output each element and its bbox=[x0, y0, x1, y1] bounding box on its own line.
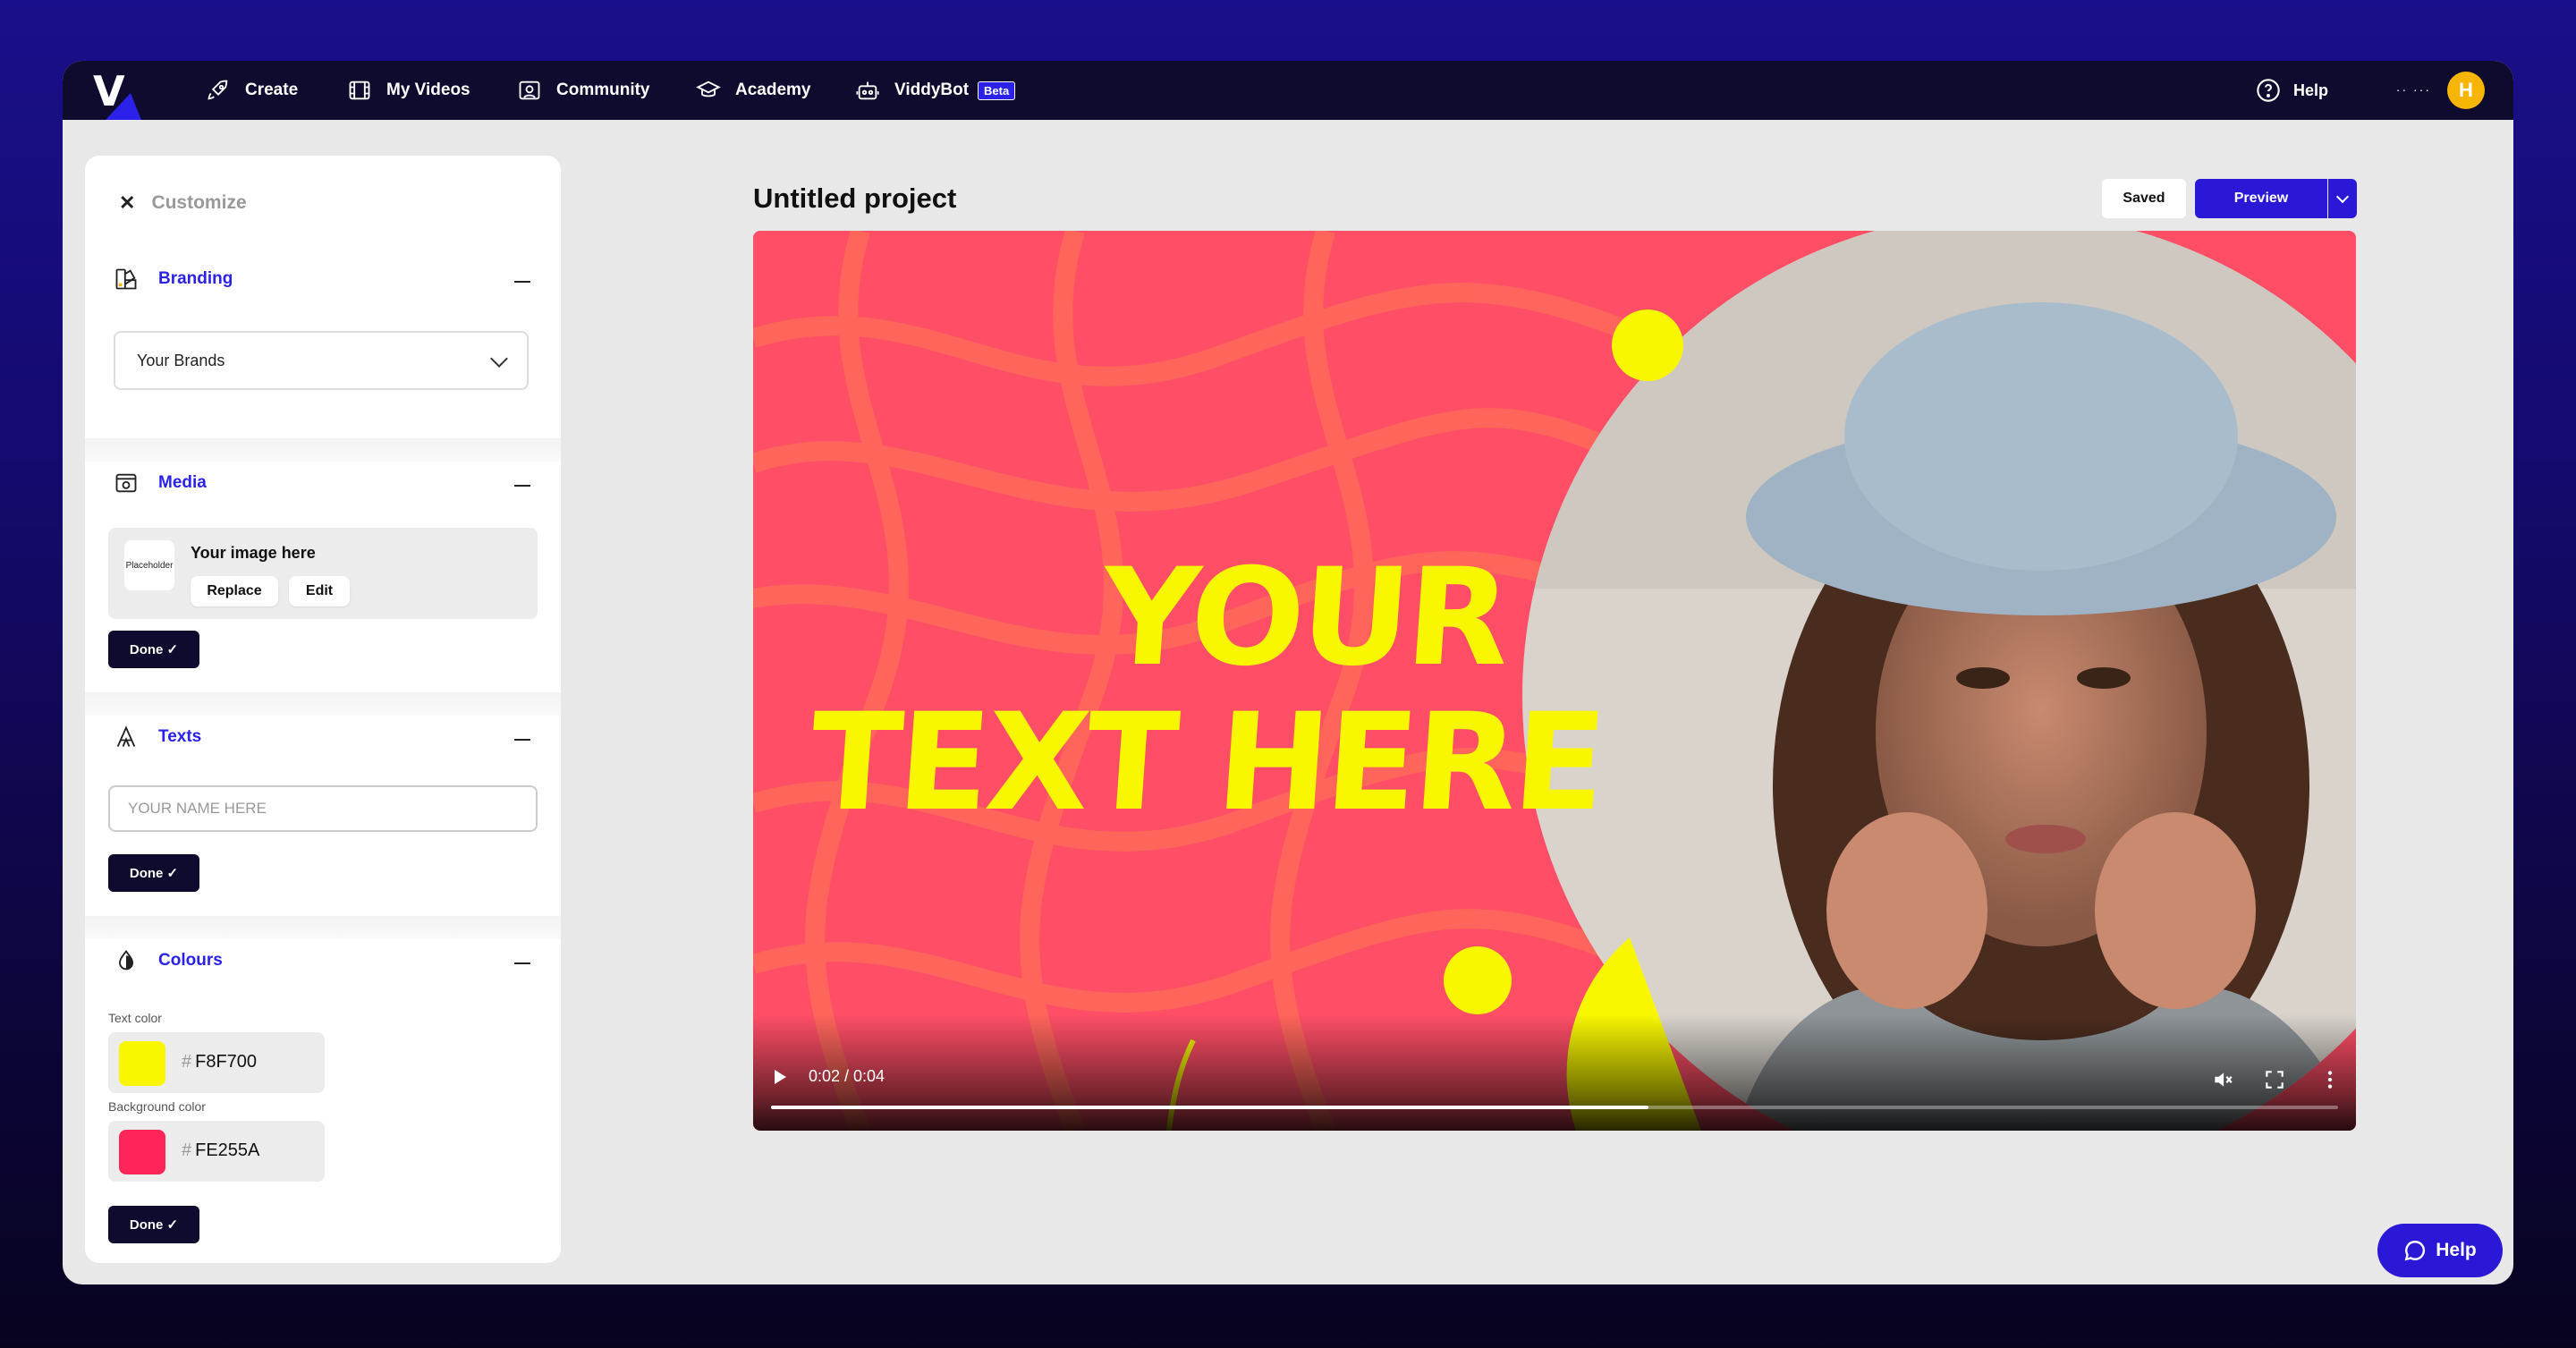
nav-item-academy[interactable]: Academy bbox=[696, 61, 811, 120]
texts-title: Texts bbox=[158, 727, 202, 746]
video-text-line-2: TEXT HERE bbox=[804, 685, 1608, 841]
robot-icon bbox=[856, 81, 879, 100]
colours-section-header[interactable]: Colours bbox=[114, 948, 223, 973]
text-color-swatch[interactable] bbox=[119, 1041, 165, 1086]
project-title[interactable]: Untitled project bbox=[753, 182, 956, 215]
nav-item-my-videos[interactable]: My Videos bbox=[347, 61, 470, 120]
palette-icon bbox=[115, 268, 137, 290]
saved-button[interactable]: Saved bbox=[2102, 179, 2186, 218]
media-item-card: Placeholder Your image here Replace Edit bbox=[108, 528, 538, 619]
mute-icon[interactable] bbox=[2211, 1068, 2234, 1091]
nav-label-community: Community bbox=[556, 81, 650, 99]
account-menu-dots[interactable]: ·· ··· bbox=[2396, 82, 2431, 97]
nav-help-label: Help bbox=[2293, 81, 2329, 99]
edit-button[interactable]: Edit bbox=[289, 576, 350, 606]
media-thumbnail: Placeholder bbox=[124, 540, 174, 590]
video-text-line-1: YOUR bbox=[1096, 540, 1513, 696]
texts-section-header[interactable]: Texts bbox=[114, 725, 201, 750]
bg-color-hex[interactable]: # FE255A bbox=[182, 1140, 259, 1161]
viddyoze-logo[interactable]: V bbox=[88, 66, 141, 120]
branding-title: Branding bbox=[158, 269, 233, 288]
text-color-label: Text color bbox=[108, 1011, 162, 1025]
colours-title: Colours bbox=[158, 951, 223, 970]
media-done-button[interactable]: Done ✓ bbox=[108, 631, 199, 668]
community-icon bbox=[519, 81, 540, 100]
drop-icon bbox=[119, 949, 133, 971]
text-color-hex[interactable]: # F8F700 bbox=[182, 1052, 257, 1072]
branding-section-header[interactable]: Branding bbox=[114, 267, 233, 292]
beta-badge: Beta bbox=[978, 81, 1016, 100]
nav-label-academy: Academy bbox=[735, 81, 811, 99]
question-circle-icon bbox=[2257, 79, 2280, 102]
nav-label-my-videos: My Videos bbox=[386, 81, 470, 99]
video-time: 0:02 / 0:04 bbox=[809, 1067, 886, 1085]
close-icon[interactable]: ✕ bbox=[119, 191, 135, 215]
customize-title: Customize bbox=[151, 192, 247, 213]
section-divider bbox=[85, 438, 561, 462]
more-vertical-icon[interactable] bbox=[2318, 1068, 2342, 1091]
film-icon bbox=[349, 81, 370, 100]
rocket-icon bbox=[208, 80, 228, 100]
nav-label-create: Create bbox=[245, 81, 299, 99]
nav-help[interactable]: Help bbox=[2256, 61, 2328, 120]
preview-button[interactable]: Preview bbox=[2195, 179, 2327, 218]
nav-label-viddybot: ViddyBot bbox=[894, 81, 970, 99]
chevron-down-icon bbox=[490, 350, 508, 368]
bg-color-swatch[interactable] bbox=[119, 1130, 165, 1174]
media-icon bbox=[115, 473, 137, 493]
video-progress-bar[interactable] bbox=[771, 1106, 2338, 1109]
app-window: V Create My Videos Community Academy Vid… bbox=[63, 61, 2513, 1284]
text-color-picker[interactable]: # F8F700 bbox=[108, 1032, 325, 1093]
colours-done-button[interactable]: Done ✓ bbox=[108, 1206, 199, 1243]
user-avatar[interactable]: H bbox=[2447, 72, 2485, 109]
play-icon[interactable] bbox=[775, 1070, 786, 1084]
chat-bubble-icon bbox=[2404, 1241, 2426, 1261]
nav-item-viddybot[interactable]: ViddyBot Beta bbox=[855, 61, 1016, 120]
customize-header: ✕ Customize bbox=[119, 191, 247, 215]
fullscreen-icon[interactable] bbox=[2263, 1068, 2286, 1091]
nav-item-create[interactable]: Create bbox=[206, 61, 298, 120]
brands-select[interactable]: Your Brands bbox=[114, 331, 529, 390]
logo-letter: V bbox=[93, 67, 125, 115]
section-divider bbox=[85, 692, 561, 716]
collapse-texts-icon[interactable] bbox=[514, 739, 530, 741]
chevron-down-icon bbox=[2335, 190, 2350, 204]
preview-dropdown-button[interactable] bbox=[2328, 179, 2357, 218]
video-player[interactable]: YOUR TEXT HERE 0:02 / 0:04 bbox=[753, 231, 2356, 1131]
video-frame-artwork bbox=[753, 231, 2356, 1131]
texts-done-button[interactable]: Done ✓ bbox=[108, 854, 199, 892]
customize-panel: ✕ Customize Branding Your Brands Media P… bbox=[85, 156, 561, 1263]
collapse-colours-icon[interactable] bbox=[514, 962, 530, 964]
collapse-branding-icon[interactable] bbox=[514, 281, 530, 283]
top-navbar: V Create My Videos Community Academy Vid… bbox=[63, 61, 2513, 120]
name-text-input[interactable]: YOUR NAME HERE bbox=[108, 785, 538, 832]
bg-color-picker[interactable]: # FE255A bbox=[108, 1121, 325, 1182]
text-a-icon bbox=[116, 725, 136, 747]
section-divider bbox=[85, 916, 561, 939]
collapse-media-icon[interactable] bbox=[514, 485, 530, 487]
video-controls: 0:02 / 0:04 bbox=[753, 1014, 2356, 1131]
graduation-cap-icon bbox=[696, 81, 721, 97]
bg-color-label: Background color bbox=[108, 1099, 206, 1114]
help-chat-button[interactable]: Help bbox=[2377, 1224, 2503, 1277]
media-item-title: Your image here bbox=[191, 544, 316, 562]
media-title: Media bbox=[158, 473, 207, 492]
help-chat-label: Help bbox=[2436, 1240, 2477, 1260]
media-section-header[interactable]: Media bbox=[114, 471, 207, 496]
replace-button[interactable]: Replace bbox=[191, 576, 278, 606]
brands-select-value: Your Brands bbox=[137, 351, 225, 369]
video-progress-fill bbox=[771, 1106, 1649, 1109]
nav-item-community[interactable]: Community bbox=[517, 61, 650, 120]
